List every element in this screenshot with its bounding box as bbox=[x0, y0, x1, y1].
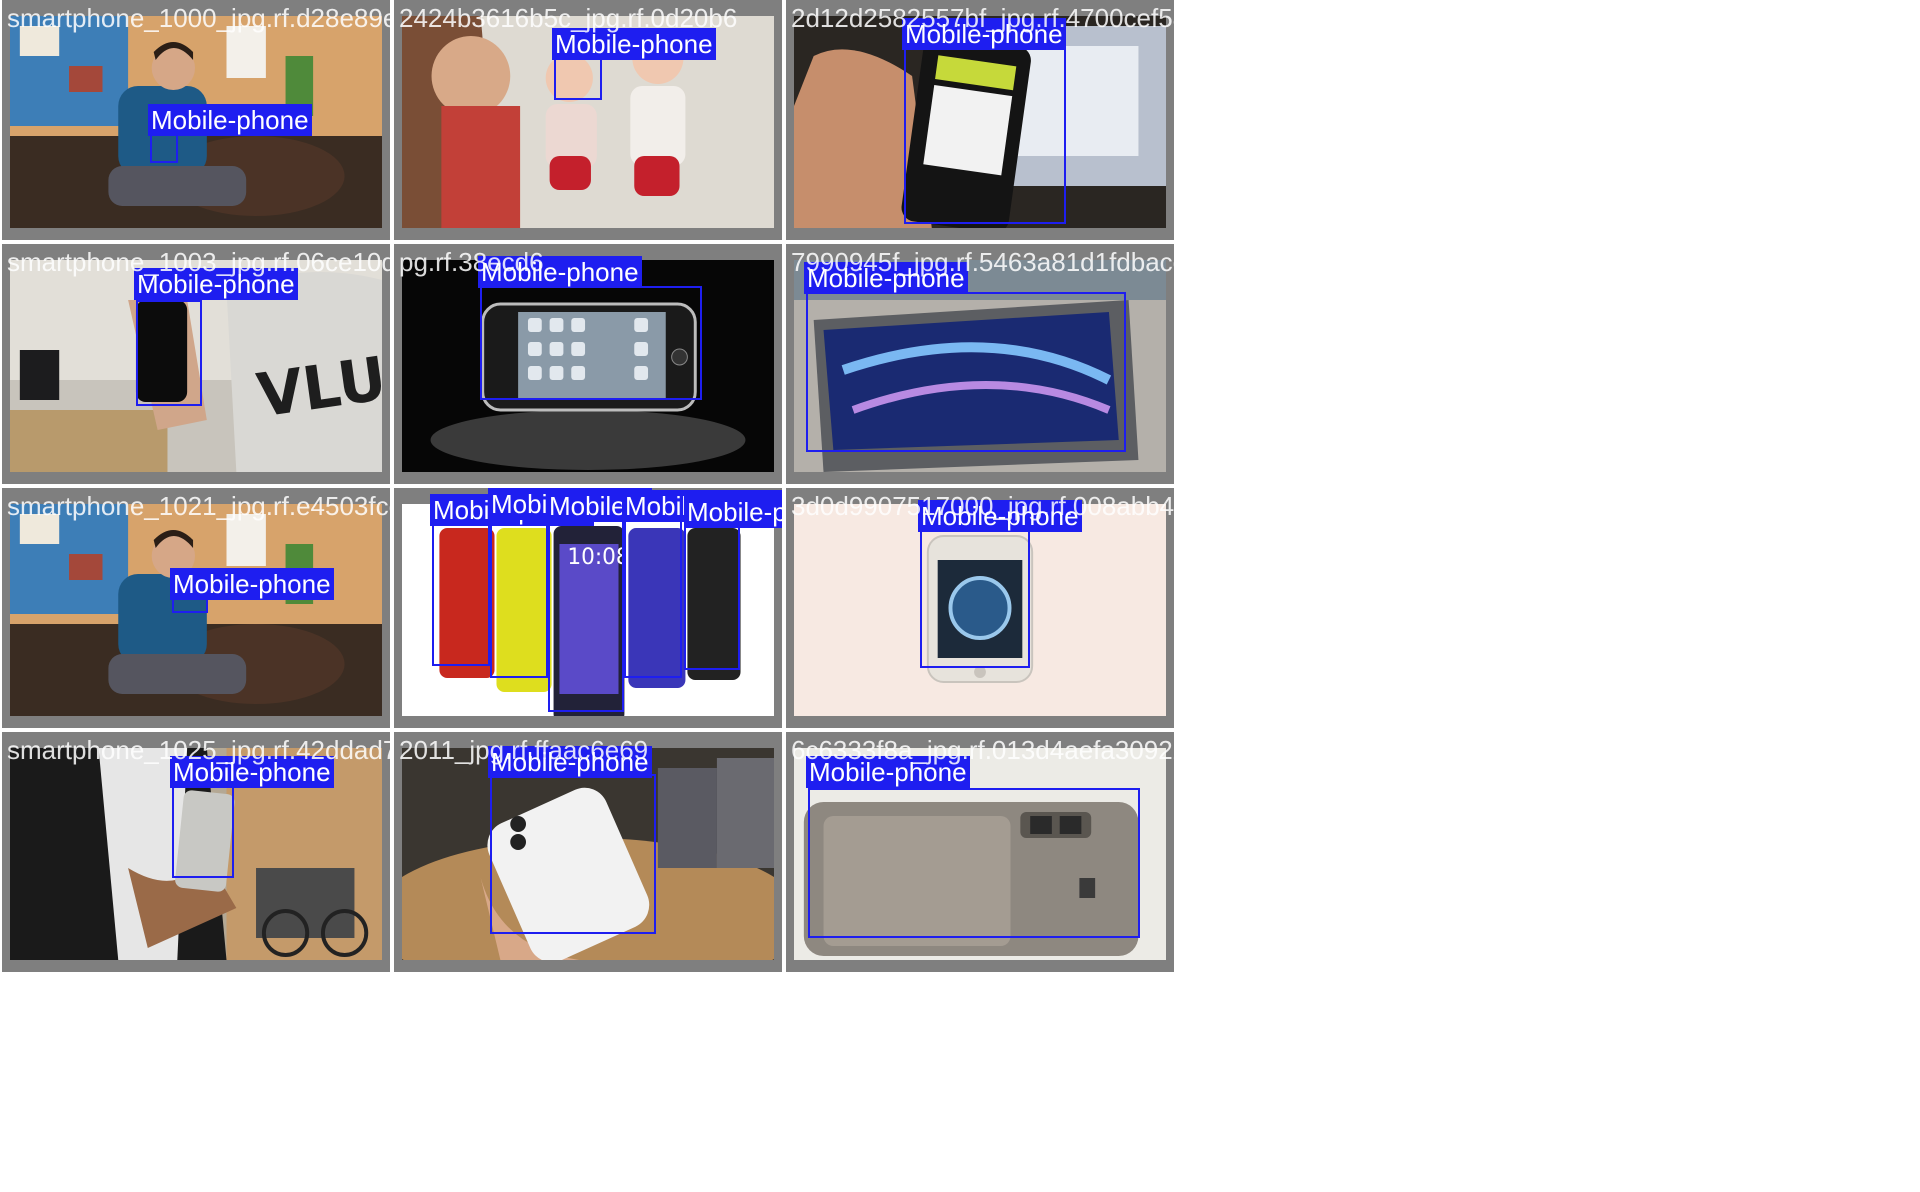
file-name: 2011_jpg.rf.ffaac6e69 bbox=[399, 735, 649, 765]
file-name: 2424b3616b5c_jpg.rf.0d20b6 bbox=[399, 3, 738, 33]
bounding-box bbox=[684, 508, 740, 670]
bounding-box bbox=[808, 788, 1140, 938]
bounding-box bbox=[150, 133, 178, 163]
bounding-box bbox=[920, 518, 1030, 668]
grid-cell[interactable]: 10:08 Mobile-phoneMobile-phoneMobile-pho… bbox=[394, 488, 782, 728]
file-name: pg.rf.38ecd6 bbox=[399, 247, 544, 277]
grid-cell[interactable]: Mobile-phone 2d12d2582557bf_jpg.rf.4700ce… bbox=[786, 0, 1174, 240]
class-label: Mobile-phone bbox=[684, 496, 782, 528]
file-name: smartphone_1000_jpg.rf.d28e89e94e4a2d0b bbox=[7, 3, 390, 33]
grid-cell[interactable]: Mobile-phone 7990945f_jpg.rf.5463a81d1fdb… bbox=[786, 244, 1174, 484]
bounding-box bbox=[548, 508, 624, 712]
grid-cell[interactable]: Mobile-phone smartphone_1000_jpg.rf.d28e8… bbox=[2, 0, 390, 240]
bounding-box bbox=[554, 56, 602, 100]
grid-cell[interactable]: Mobile-phone 3d0d9907517000_jpg.rf.008abb… bbox=[786, 488, 1174, 728]
file-name: 7990945f_jpg.rf.5463a81d1fdbace5 bbox=[791, 247, 1174, 277]
grid-cell[interactable]: Mobile-phone 6c6333f8a_jpg.rf.013d4aefa30… bbox=[786, 732, 1174, 972]
grid-cell[interactable]: Mobile-phone smartphone_1025_jpg.rf.42dda… bbox=[2, 732, 390, 972]
grid-cell[interactable]: Mobile-phone smartphone_1021_jpg.rf.e4503… bbox=[2, 488, 390, 728]
grid-cell[interactable]: Mobile-phone 2011_jpg.rf.ffaac6e69 bbox=[394, 732, 782, 972]
grid-cell[interactable]: Mobile-phone 2424b3616b5c_jpg.rf.0d20b6 bbox=[394, 0, 782, 240]
file-name: smartphone_1003_jpg.rf.06ce10d3 bbox=[7, 247, 390, 277]
file-name: smartphone_1025_jpg.rf.42ddad725 bbox=[7, 735, 390, 765]
grid-cell[interactable]: Mobile-phone pg.rf.38ecd6 bbox=[394, 244, 782, 484]
bounding-box bbox=[624, 506, 682, 678]
bounding-box bbox=[490, 774, 656, 934]
bounding-box bbox=[490, 506, 548, 678]
bounding-box bbox=[172, 774, 234, 878]
bounding-box bbox=[432, 506, 490, 666]
bounding-box bbox=[806, 292, 1126, 452]
file-name: smartphone_1021_jpg.rf.e4503fce bbox=[7, 491, 390, 521]
grid-cell[interactable]: VLUR Mobile-phone smartphone_1003_jpg.rf.… bbox=[2, 244, 390, 484]
bounding-box bbox=[904, 44, 1066, 224]
detection-grid: Mobile-phone smartphone_1000_jpg.rf.d28e8… bbox=[0, 0, 1920, 1192]
class-label: Mobile-phone bbox=[170, 568, 334, 600]
file-name: 2d12d2582557bf_jpg.rf.4700cef58fac5e65 bbox=[791, 3, 1174, 33]
file-name: 6c6333f8a_jpg.rf.013d4aefa3092218 bbox=[791, 735, 1174, 765]
bounding-box bbox=[136, 300, 202, 406]
class-label: Mobile-phone bbox=[148, 104, 312, 136]
file-name: 3d0d9907517000_jpg.rf.008abb4cb4326811 bbox=[791, 491, 1174, 521]
bounding-box bbox=[480, 286, 702, 400]
